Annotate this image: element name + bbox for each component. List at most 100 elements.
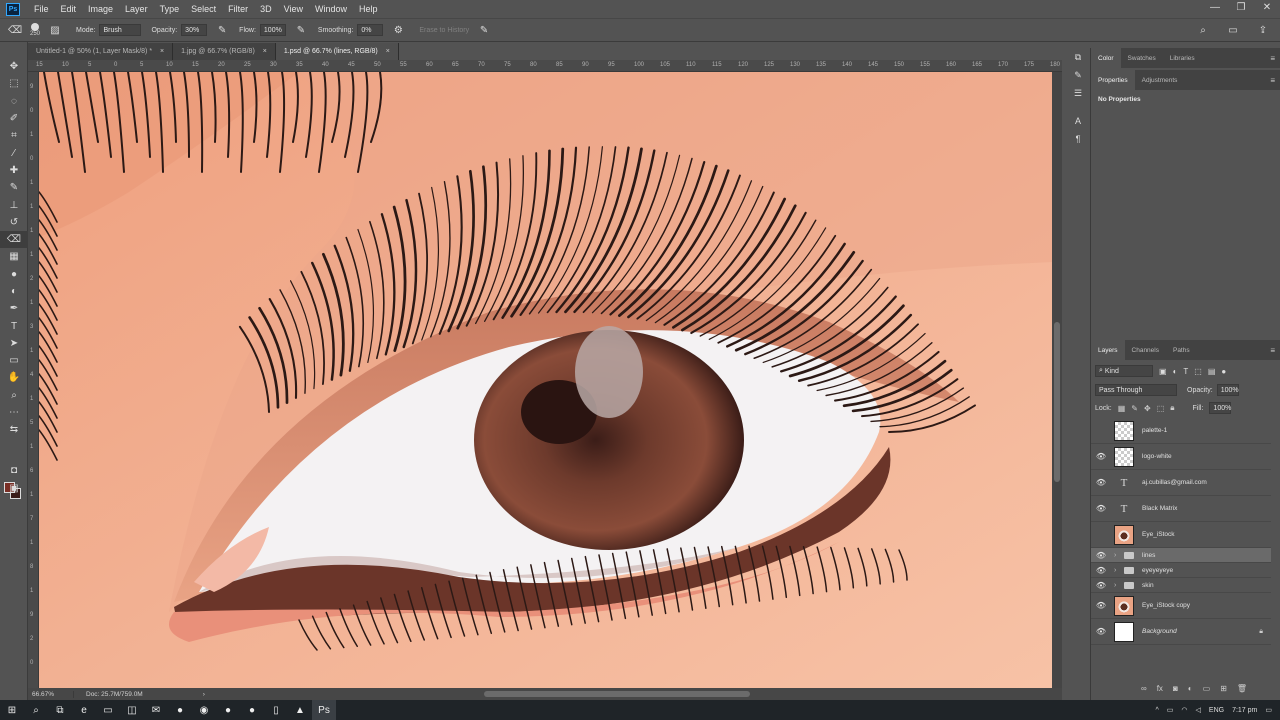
layer-row[interactable]: 👁︎ › skin [1091, 578, 1271, 593]
network-icon[interactable]: ▭ [1167, 706, 1174, 714]
tab-libraries[interactable]: Libraries [1163, 48, 1202, 68]
chrome-icon[interactable]: ◉ [192, 700, 216, 720]
visibility-eye-icon[interactable]: 👁︎ [1091, 601, 1111, 610]
file-explorer-icon[interactable]: ▭ [96, 700, 120, 720]
lock-transparent-icon[interactable]: ▦ [1118, 404, 1126, 413]
visibility-eye-icon[interactable]: 👁︎ [1091, 627, 1111, 636]
store-icon[interactable]: ◫ [120, 700, 144, 720]
filter-smartobject-icon[interactable]: ▤ [1208, 367, 1216, 376]
visibility-eye-icon[interactable]: 👁︎ [1091, 478, 1111, 487]
layer-row[interactable]: 👁︎ Taj.cubillas@gmail.com [1091, 470, 1271, 496]
filter-pixel-icon[interactable]: ▣ [1159, 367, 1167, 376]
tab-swatches[interactable]: Swatches [1121, 48, 1163, 68]
default-colors-icon[interactable]: ⇆ [0, 421, 28, 438]
eraser-tool-icon[interactable]: ⌫ [0, 230, 28, 249]
horizontal-scroll-thumb[interactable] [484, 691, 750, 697]
mode-select[interactable]: Brush [99, 24, 142, 36]
windows-start-icon[interactable]: ⊞ [0, 700, 24, 720]
link-layers-icon[interactable]: ∞ [1141, 684, 1147, 693]
history-brush-tool-icon[interactable]: ↺ [0, 214, 28, 231]
filter-type-icon[interactable]: T [1183, 367, 1188, 376]
blend-mode-select[interactable]: Pass Through [1095, 384, 1177, 396]
notes-icon[interactable]: ▯ [264, 700, 288, 720]
crop-tool-icon[interactable]: ⌗ [0, 127, 28, 144]
filter-adjustment-icon[interactable]: ◐ [1173, 367, 1178, 376]
panel-menu-icon[interactable]: ≡ [1270, 346, 1275, 355]
language-indicator[interactable]: ENG [1209, 707, 1224, 714]
healing-brush-tool-icon[interactable]: ✚ [0, 162, 28, 179]
tab-1-psd[interactable]: 1.psd @ 66.7% (lines, RGB/8) × [275, 43, 399, 60]
type-tool-icon[interactable]: T [0, 317, 28, 334]
gear-icon[interactable]: ⚙ [391, 23, 405, 37]
add-mask-icon[interactable]: ◙ [1173, 684, 1178, 693]
eraser-tool-icon[interactable]: ⌫ [8, 23, 22, 37]
history-panel-icon[interactable]: ⧉ [1066, 48, 1090, 66]
tab-channels[interactable]: Channels [1125, 340, 1166, 360]
layer-row[interactable]: 👁︎ › lines [1091, 548, 1271, 563]
photoshop-taskbar-icon[interactable]: Ps [312, 700, 336, 720]
restore-icon[interactable]: ❐ [1228, 0, 1254, 18]
brush-preset-picker[interactable]: 250 [30, 23, 40, 37]
visibility-eye-icon[interactable]: 👁︎ [1091, 504, 1111, 513]
layer-row[interactable]: 👁︎ T Black Matrix [1091, 496, 1271, 522]
menu-image[interactable]: Image [82, 4, 119, 14]
tray-arrow-icon[interactable]: ^ [1155, 707, 1158, 714]
menu-3d[interactable]: 3D [254, 4, 278, 14]
delete-layer-icon[interactable]: 🗑︎ [1237, 684, 1247, 693]
layer-row[interactable]: 👁︎ Background 🔒︎ [1091, 619, 1271, 645]
pen-tool-icon[interactable]: ✒ [0, 300, 28, 317]
group-expand-icon[interactable]: › [1114, 567, 1120, 574]
app-green-icon[interactable]: ● [168, 700, 192, 720]
menu-file[interactable]: File [28, 4, 55, 14]
smoothing-field[interactable]: 0% [357, 24, 384, 36]
fill-field[interactable]: 100% [1209, 402, 1232, 414]
brush-settings-icon[interactable]: ▨ [48, 23, 62, 37]
menu-window[interactable]: Window [309, 4, 353, 14]
blur-tool-icon[interactable]: ● [0, 266, 28, 283]
move-tool-icon[interactable]: ✥ [0, 58, 28, 75]
volume-icon[interactable]: ◁ [1196, 706, 1201, 714]
new-layer-icon[interactable]: ⊞ [1220, 684, 1227, 693]
path-select-tool-icon[interactable]: ➤ [0, 335, 28, 352]
visibility-eye-icon[interactable]: 👁︎ [1091, 566, 1111, 575]
paragraph-panel-icon[interactable]: ¶ [1066, 130, 1090, 148]
search-icon[interactable]: ⌕ [1196, 23, 1210, 37]
menu-filter[interactable]: Filter [222, 4, 254, 14]
share-icon[interactable]: ⇪ [1256, 23, 1270, 37]
tab-color[interactable]: Color [1091, 48, 1121, 68]
tab-untitled-1[interactable]: Untitled-1 @ 50% (1, Layer Mask/8) * × [28, 43, 174, 60]
lock-all-icon[interactable]: 🔒︎ [1170, 403, 1174, 413]
minimize-icon[interactable]: — [1202, 0, 1228, 18]
brush-tool-icon[interactable]: ✎ [0, 179, 28, 196]
filter-shape-icon[interactable]: ⬚ [1194, 367, 1202, 376]
pressure-opacity-icon[interactable]: ✎ [215, 23, 229, 37]
tab-layers[interactable]: Layers [1091, 340, 1125, 360]
layer-row[interactable]: 👁︎ Eye_iStock copy [1091, 593, 1271, 619]
quick-mask-icon[interactable]: ◘ [0, 462, 28, 479]
layer-row[interactable]: palette-1 [1091, 418, 1271, 444]
close-icon[interactable]: ✕ [1254, 0, 1280, 18]
tab-adjustments[interactable]: Adjustments [1135, 70, 1185, 90]
search-icon[interactable]: ⌕ [24, 700, 48, 720]
clone-stamp-tool-icon[interactable]: ⊥ [0, 196, 28, 213]
scroll-thumb[interactable] [1054, 322, 1060, 482]
layer-style-icon[interactable]: fx [1157, 684, 1163, 693]
task-view-icon[interactable]: ⧉ [48, 700, 72, 720]
clock[interactable]: 7:17 pm [1232, 707, 1257, 714]
lock-position-icon[interactable]: ✥ [1144, 404, 1151, 413]
lasso-tool-icon[interactable]: ◌ [0, 93, 28, 110]
pressure-size-icon[interactable]: ✎ [477, 23, 491, 37]
vlc-icon[interactable]: ▲ [288, 700, 312, 720]
dodge-tool-icon[interactable]: ◐ [0, 283, 28, 300]
menu-edit[interactable]: Edit [55, 4, 83, 14]
tab-paths[interactable]: Paths [1166, 340, 1197, 360]
spotify-icon[interactable]: ● [240, 700, 264, 720]
brush-panel-icon[interactable]: ✎ [1066, 66, 1090, 84]
marquee-tool-icon[interactable]: ⬚ [0, 75, 28, 92]
eyedropper-tool-icon[interactable]: ⁄ [0, 144, 28, 161]
panel-menu-icon[interactable]: ≡ [1270, 54, 1275, 63]
zoom-level[interactable]: 66.67% [28, 690, 74, 698]
notifications-icon[interactable]: ▭ [1265, 706, 1272, 714]
adjustment-layer-icon[interactable]: ◐ [1188, 684, 1193, 693]
adjustments-panel-icon[interactable]: ☰ [1066, 84, 1090, 102]
